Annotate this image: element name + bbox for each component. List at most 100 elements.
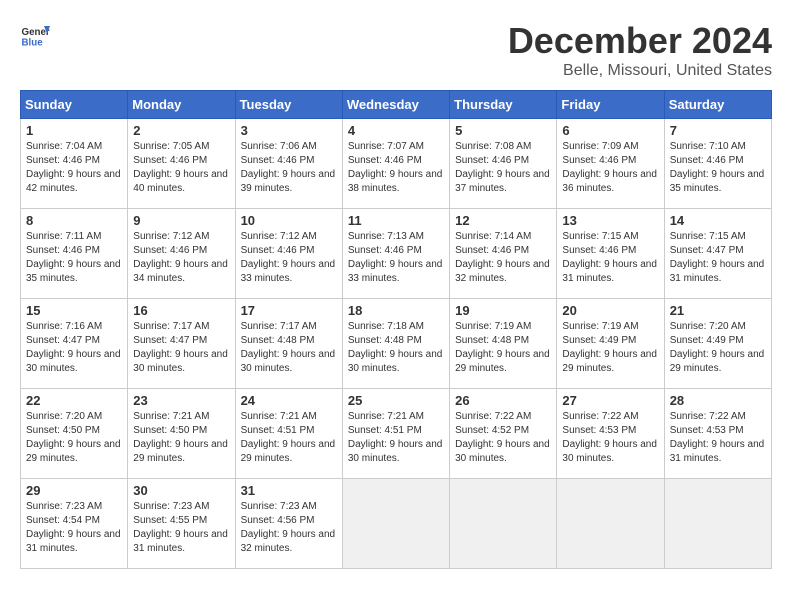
cell-info: Sunrise: 7:15 AMSunset: 4:46 PMDaylight:…: [562, 230, 658, 286]
cell-info: Sunrise: 7:10 AMSunset: 4:46 PMDaylight:…: [670, 140, 766, 196]
calendar-cell: 2 Sunrise: 7:05 AMSunset: 4:46 PMDayligh…: [128, 119, 235, 209]
calendar-cell: 18 Sunrise: 7:18 AMSunset: 4:48 PMDaylig…: [342, 299, 449, 389]
day-number: 7: [670, 123, 766, 138]
cell-info: Sunrise: 7:14 AMSunset: 4:46 PMDaylight:…: [455, 230, 551, 286]
cell-info: Sunrise: 7:20 AMSunset: 4:50 PMDaylight:…: [26, 410, 122, 466]
day-header-thursday: Thursday: [450, 91, 557, 119]
calendar-cell: 15 Sunrise: 7:16 AMSunset: 4:47 PMDaylig…: [21, 299, 128, 389]
cell-info: Sunrise: 7:23 AMSunset: 4:56 PMDaylight:…: [241, 500, 337, 556]
calendar-cell: [557, 479, 664, 569]
calendar-cell: [342, 479, 449, 569]
day-number: 18: [348, 303, 444, 318]
calendar-cell: 16 Sunrise: 7:17 AMSunset: 4:47 PMDaylig…: [128, 299, 235, 389]
cell-info: Sunrise: 7:22 AMSunset: 4:53 PMDaylight:…: [670, 410, 766, 466]
calendar-cell: 8 Sunrise: 7:11 AMSunset: 4:46 PMDayligh…: [21, 209, 128, 299]
location-title: Belle, Missouri, United States: [508, 62, 772, 80]
calendar-cell: 11 Sunrise: 7:13 AMSunset: 4:46 PMDaylig…: [342, 209, 449, 299]
cell-info: Sunrise: 7:17 AMSunset: 4:47 PMDaylight:…: [133, 320, 229, 376]
calendar-cell: 10 Sunrise: 7:12 AMSunset: 4:46 PMDaylig…: [235, 209, 342, 299]
day-number: 22: [26, 393, 122, 408]
cell-info: Sunrise: 7:23 AMSunset: 4:55 PMDaylight:…: [133, 500, 229, 556]
calendar-cell: 12 Sunrise: 7:14 AMSunset: 4:46 PMDaylig…: [450, 209, 557, 299]
cell-info: Sunrise: 7:11 AMSunset: 4:46 PMDaylight:…: [26, 230, 122, 286]
logo: General Blue: [20, 20, 50, 50]
calendar-row: 29 Sunrise: 7:23 AMSunset: 4:54 PMDaylig…: [21, 479, 772, 569]
cell-info: Sunrise: 7:20 AMSunset: 4:49 PMDaylight:…: [670, 320, 766, 376]
day-number: 1: [26, 123, 122, 138]
day-header-wednesday: Wednesday: [342, 91, 449, 119]
cell-info: Sunrise: 7:06 AMSunset: 4:46 PMDaylight:…: [241, 140, 337, 196]
day-header-monday: Monday: [128, 91, 235, 119]
cell-info: Sunrise: 7:22 AMSunset: 4:53 PMDaylight:…: [562, 410, 658, 466]
calendar-row: 22 Sunrise: 7:20 AMSunset: 4:50 PMDaylig…: [21, 389, 772, 479]
calendar-row: 1 Sunrise: 7:04 AMSunset: 4:46 PMDayligh…: [21, 119, 772, 209]
cell-info: Sunrise: 7:21 AMSunset: 4:51 PMDaylight:…: [241, 410, 337, 466]
day-number: 6: [562, 123, 658, 138]
svg-text:Blue: Blue: [22, 38, 44, 49]
calendar-cell: 1 Sunrise: 7:04 AMSunset: 4:46 PMDayligh…: [21, 119, 128, 209]
cell-info: Sunrise: 7:13 AMSunset: 4:46 PMDaylight:…: [348, 230, 444, 286]
calendar-cell: 14 Sunrise: 7:15 AMSunset: 4:47 PMDaylig…: [664, 209, 771, 299]
day-number: 13: [562, 213, 658, 228]
cell-info: Sunrise: 7:12 AMSunset: 4:46 PMDaylight:…: [241, 230, 337, 286]
day-number: 26: [455, 393, 551, 408]
cell-info: Sunrise: 7:19 AMSunset: 4:48 PMDaylight:…: [455, 320, 551, 376]
day-header-saturday: Saturday: [664, 91, 771, 119]
cell-info: Sunrise: 7:12 AMSunset: 4:46 PMDaylight:…: [133, 230, 229, 286]
day-number: 4: [348, 123, 444, 138]
day-number: 23: [133, 393, 229, 408]
calendar-row: 8 Sunrise: 7:11 AMSunset: 4:46 PMDayligh…: [21, 209, 772, 299]
day-number: 24: [241, 393, 337, 408]
header: General Blue December 2024 Belle, Missou…: [20, 20, 772, 80]
calendar-cell: 24 Sunrise: 7:21 AMSunset: 4:51 PMDaylig…: [235, 389, 342, 479]
calendar-cell: 7 Sunrise: 7:10 AMSunset: 4:46 PMDayligh…: [664, 119, 771, 209]
calendar-row: 15 Sunrise: 7:16 AMSunset: 4:47 PMDaylig…: [21, 299, 772, 389]
calendar-cell: [450, 479, 557, 569]
day-header-sunday: Sunday: [21, 91, 128, 119]
day-number: 17: [241, 303, 337, 318]
calendar-cell: 23 Sunrise: 7:21 AMSunset: 4:50 PMDaylig…: [128, 389, 235, 479]
calendar-cell: 9 Sunrise: 7:12 AMSunset: 4:46 PMDayligh…: [128, 209, 235, 299]
cell-info: Sunrise: 7:22 AMSunset: 4:52 PMDaylight:…: [455, 410, 551, 466]
cell-info: Sunrise: 7:08 AMSunset: 4:46 PMDaylight:…: [455, 140, 551, 196]
day-number: 29: [26, 483, 122, 498]
calendar-cell: 20 Sunrise: 7:19 AMSunset: 4:49 PMDaylig…: [557, 299, 664, 389]
calendar-cell: 27 Sunrise: 7:22 AMSunset: 4:53 PMDaylig…: [557, 389, 664, 479]
cell-info: Sunrise: 7:21 AMSunset: 4:51 PMDaylight:…: [348, 410, 444, 466]
day-header-friday: Friday: [557, 91, 664, 119]
day-number: 11: [348, 213, 444, 228]
cell-info: Sunrise: 7:05 AMSunset: 4:46 PMDaylight:…: [133, 140, 229, 196]
day-number: 9: [133, 213, 229, 228]
title-area: December 2024 Belle, Missouri, United St…: [508, 20, 772, 80]
day-number: 20: [562, 303, 658, 318]
day-number: 21: [670, 303, 766, 318]
cell-info: Sunrise: 7:17 AMSunset: 4:48 PMDaylight:…: [241, 320, 337, 376]
day-number: 2: [133, 123, 229, 138]
calendar-cell: 17 Sunrise: 7:17 AMSunset: 4:48 PMDaylig…: [235, 299, 342, 389]
calendar-cell: 5 Sunrise: 7:08 AMSunset: 4:46 PMDayligh…: [450, 119, 557, 209]
day-number: 16: [133, 303, 229, 318]
logo-icon: General Blue: [20, 20, 50, 50]
day-number: 12: [455, 213, 551, 228]
day-number: 25: [348, 393, 444, 408]
day-number: 10: [241, 213, 337, 228]
cell-info: Sunrise: 7:19 AMSunset: 4:49 PMDaylight:…: [562, 320, 658, 376]
day-number: 15: [26, 303, 122, 318]
cell-info: Sunrise: 7:15 AMSunset: 4:47 PMDaylight:…: [670, 230, 766, 286]
day-number: 3: [241, 123, 337, 138]
day-number: 5: [455, 123, 551, 138]
cell-info: Sunrise: 7:07 AMSunset: 4:46 PMDaylight:…: [348, 140, 444, 196]
cell-info: Sunrise: 7:21 AMSunset: 4:50 PMDaylight:…: [133, 410, 229, 466]
calendar-cell: 26 Sunrise: 7:22 AMSunset: 4:52 PMDaylig…: [450, 389, 557, 479]
calendar-cell: 3 Sunrise: 7:06 AMSunset: 4:46 PMDayligh…: [235, 119, 342, 209]
day-number: 30: [133, 483, 229, 498]
day-header-tuesday: Tuesday: [235, 91, 342, 119]
calendar-cell: 22 Sunrise: 7:20 AMSunset: 4:50 PMDaylig…: [21, 389, 128, 479]
day-number: 27: [562, 393, 658, 408]
cell-info: Sunrise: 7:23 AMSunset: 4:54 PMDaylight:…: [26, 500, 122, 556]
cell-info: Sunrise: 7:16 AMSunset: 4:47 PMDaylight:…: [26, 320, 122, 376]
month-title: December 2024: [508, 20, 772, 62]
calendar-cell: 21 Sunrise: 7:20 AMSunset: 4:49 PMDaylig…: [664, 299, 771, 389]
calendar: SundayMondayTuesdayWednesdayThursdayFrid…: [20, 90, 772, 569]
calendar-cell: 31 Sunrise: 7:23 AMSunset: 4:56 PMDaylig…: [235, 479, 342, 569]
